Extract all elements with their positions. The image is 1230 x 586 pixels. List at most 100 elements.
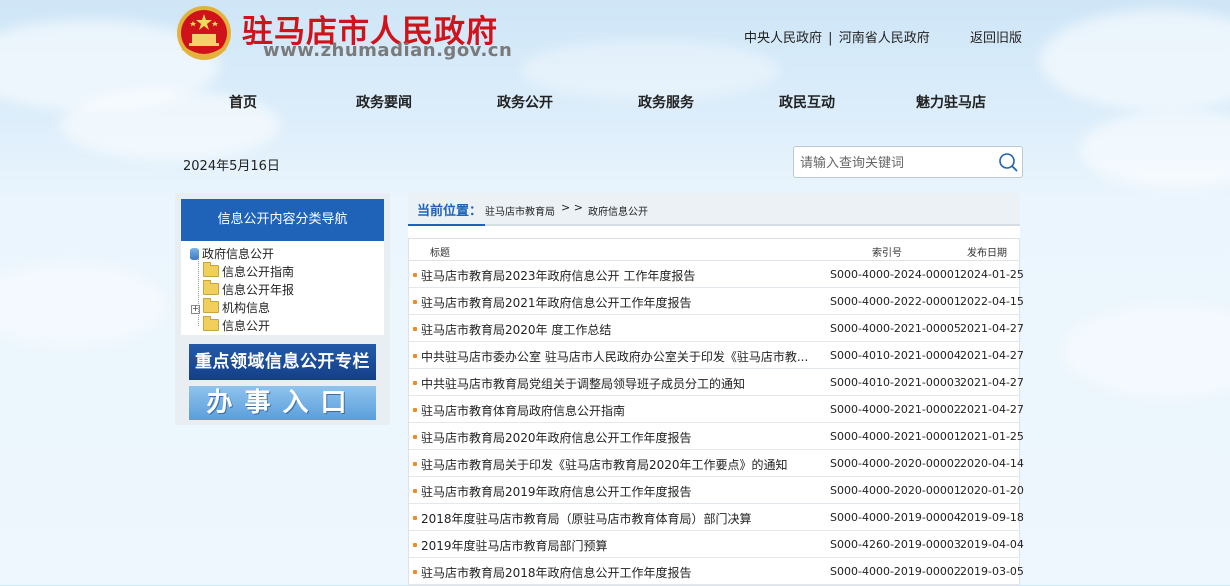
category-tree: 政府信息公开 信息公开指南 信息公开年报 + 机构信息 信息公开 — [181, 241, 384, 335]
row-publish-date: 2021-04-27 — [960, 349, 1024, 362]
bullet-icon — [413, 543, 417, 547]
search-input[interactable] — [798, 153, 992, 173]
nav-item-charm[interactable]: 魅力驻马店 — [916, 92, 986, 112]
row-title-link[interactable]: 驻马店市教育局2020年 度工作总结 — [421, 321, 809, 338]
key-area-info-banner[interactable]: 重点领域信息公开专栏 — [189, 344, 376, 380]
sidebar: 信息公开内容分类导航 政府信息公开 信息公开指南 信息公开年报 + 机构信息 信息… — [175, 193, 390, 425]
row-title-link[interactable]: 驻马店市教育局2020年政府信息公开工作年度报告 — [421, 429, 809, 446]
tree-item-label: 信息公开年报 — [222, 283, 295, 297]
row-title-link[interactable]: 中共驻马店市委办公室 驻马店市人民政府办公室关于印发《驻马店市教... — [421, 348, 809, 365]
row-title-link[interactable]: 驻马店市教育局2023年政府信息公开 工作年度报告 — [421, 267, 809, 284]
row-title-link[interactable]: 驻马店市教育局关于印发《驻马店市教育局2020年工作要点》的通知 — [421, 456, 809, 473]
table-row[interactable]: 驻马店市教育局2020年 度工作总结 S000-4000-2021-00005 20… — [409, 315, 1024, 342]
breadcrumb-page-link[interactable]: 政府信息公开 — [588, 203, 648, 218]
bullet-icon — [413, 300, 417, 304]
tree-item-label: 信息公开 — [222, 319, 271, 333]
back-to-old-version-link[interactable]: 返回旧版 — [970, 27, 1022, 46]
row-index-number: S000-4000-2021-00002 — [830, 403, 961, 416]
row-publish-date: 2021-04-27 — [960, 403, 1024, 416]
page: 驻马店市人民政府 www.zhumadian.gov.cn 中央人民政府 | 河… — [0, 0, 1230, 586]
current-date: 2024年5月16日 — [183, 159, 280, 174]
row-index-number: S000-4260-2019-00003 — [830, 538, 961, 551]
nav-item-gov-open[interactable]: 政务公开 — [497, 92, 553, 112]
folder-icon — [203, 316, 219, 331]
tree-item-annual-report[interactable]: 信息公开年报 — [203, 280, 295, 298]
tree-root-gov-info[interactable]: 政府信息公开 — [190, 246, 274, 262]
national-emblem-icon — [177, 6, 231, 60]
folder-icon — [203, 280, 219, 295]
row-title-link[interactable]: 驻马店市教育体育局政府信息公开指南 — [421, 402, 809, 419]
breadcrumb: 当前位置： 驻马店市教育局 > > 政府信息公开 — [408, 193, 1020, 226]
bullet-icon — [413, 408, 417, 412]
service-entrance-banner[interactable]: 办事入口 — [189, 386, 376, 420]
breadcrumb-dept-link[interactable]: 驻马店市教育局 — [485, 203, 555, 218]
row-index-number: S000-4000-2019-00002 — [830, 565, 961, 578]
row-title-link[interactable]: 中共驻马店市教育局党组关于调整局领导班子成员分工的通知 — [421, 375, 809, 392]
bullet-icon — [413, 381, 417, 385]
col-header-date: 发布日期 — [967, 248, 1007, 259]
tree-item-organization[interactable]: + 机构信息 — [191, 298, 271, 316]
nav-item-gov-service[interactable]: 政务服务 — [638, 92, 694, 112]
table-body: 驻马店市教育局2023年政府信息公开 工作年度报告 S000-4000-2024-… — [409, 261, 1024, 585]
expand-icon[interactable]: + — [191, 305, 200, 314]
tree-item-info-open[interactable]: 信息公开 — [203, 316, 271, 334]
table-row[interactable]: 驻马店市教育体育局政府信息公开指南 S000-4000-2021-00002 202… — [409, 396, 1024, 423]
col-header-index: 索引号 — [872, 248, 902, 259]
table-row[interactable]: 2018年度驻马店市教育局（原驻马店市教育体育局）部门决算 S000-4000-2… — [409, 504, 1024, 531]
search-box — [793, 146, 1023, 178]
table-row[interactable]: 驻马店市教育局2023年政府信息公开 工作年度报告 S000-4000-2024-… — [409, 261, 1024, 288]
table-row[interactable]: 2019年度驻马店市教育局部门预算 S000-4260-2019-00003 201… — [409, 531, 1024, 558]
row-index-number: S000-4000-2020-00001 — [830, 484, 961, 497]
row-title-link[interactable]: 2019年度驻马店市教育局部门预算 — [421, 537, 809, 554]
col-header-title: 标题 — [430, 248, 450, 259]
row-index-number: S000-4000-2022-00001 — [830, 295, 961, 308]
tree-item-guide[interactable]: 信息公开指南 — [203, 262, 295, 280]
search-icon[interactable] — [997, 151, 1019, 173]
row-index-number: S000-4000-2020-00002 — [830, 457, 961, 470]
bullet-icon — [413, 516, 417, 520]
tree-root-label: 政府信息公开 — [202, 247, 275, 261]
document-table: 标题 索引号 发布日期 驻马店市教育局2023年政府信息公开 工作年度报告 S00… — [408, 238, 1024, 586]
tree-item-label: 信息公开指南 — [222, 265, 295, 279]
row-publish-date: 2019-09-18 — [960, 511, 1024, 524]
table-row[interactable]: 中共驻马店市委办公室 驻马店市人民政府办公室关于印发《驻马店市教... S000-… — [409, 342, 1024, 369]
row-index-number: S000-4000-2019-00004 — [830, 511, 961, 524]
top-links: 中央人民政府 | 河南省人民政府 — [744, 27, 930, 46]
breadcrumb-separator: > > — [561, 201, 583, 214]
table-row[interactable]: 驻马店市教育局2020年政府信息公开工作年度报告 S000-4000-2021-0… — [409, 423, 1024, 450]
row-publish-date: 2021-04-27 — [960, 322, 1024, 335]
row-title-link[interactable]: 2018年度驻马店市教育局（原驻马店市教育体育局）部门决算 — [421, 510, 809, 527]
row-index-number: S000-4010-2021-00003 — [830, 376, 961, 389]
row-index-number: S000-4000-2021-00005 — [830, 322, 961, 335]
bullet-icon — [413, 435, 417, 439]
nav-item-interaction[interactable]: 政民互动 — [779, 92, 835, 112]
site-url: www.zhumadian.gov.cn — [263, 40, 513, 61]
database-icon — [190, 248, 199, 260]
nav-item-news[interactable]: 政务要闻 — [356, 92, 412, 112]
row-publish-date: 2022-04-15 — [960, 295, 1024, 308]
bullet-icon — [413, 489, 417, 493]
tree-item-label: 机构信息 — [222, 301, 271, 315]
table-row[interactable]: 驻马店市教育局2021年政府信息公开工作年度报告 S000-4000-2022-0… — [409, 288, 1024, 315]
breadcrumb-label: 当前位置： — [417, 204, 483, 219]
table-row[interactable]: 驻马店市教育局2018年政府信息公开工作年度报告 S000-4000-2019-0… — [409, 558, 1024, 585]
row-publish-date: 2021-01-25 — [960, 430, 1024, 443]
row-title-link[interactable]: 驻马店市教育局2018年政府信息公开工作年度报告 — [421, 564, 809, 581]
row-publish-date: 2020-01-20 — [960, 484, 1024, 497]
table-row[interactable]: 驻马店市教育局2019年政府信息公开工作年度报告 S000-4000-2020-0… — [409, 477, 1024, 504]
row-index-number: S000-4000-2024-00001 — [830, 268, 961, 281]
link-central-government[interactable]: 中央人民政府 — [744, 31, 822, 46]
row-publish-date: 2021-04-27 — [960, 376, 1024, 389]
nav-item-home[interactable]: 首页 — [229, 92, 257, 112]
folder-icon — [203, 262, 219, 277]
table-row[interactable]: 中共驻马店市教育局党组关于调整局领导班子成员分工的通知 S000-4010-202… — [409, 369, 1024, 396]
row-publish-date: 2024-01-25 — [960, 268, 1024, 281]
row-title-link[interactable]: 驻马店市教育局2021年政府信息公开工作年度报告 — [421, 294, 809, 311]
breadcrumb-underline — [408, 224, 485, 226]
link-henan-government[interactable]: 河南省人民政府 — [839, 31, 930, 46]
table-row[interactable]: 驻马店市教育局关于印发《驻马店市教育局2020年工作要点》的通知 S000-400… — [409, 450, 1024, 477]
table-header: 标题 索引号 发布日期 — [409, 239, 1019, 261]
row-title-link[interactable]: 驻马店市教育局2019年政府信息公开工作年度报告 — [421, 483, 809, 500]
bullet-icon — [413, 327, 417, 331]
content-panel: 当前位置： 驻马店市教育局 > > 政府信息公开 标题 索引号 发布日期 驻马店… — [408, 193, 1024, 586]
